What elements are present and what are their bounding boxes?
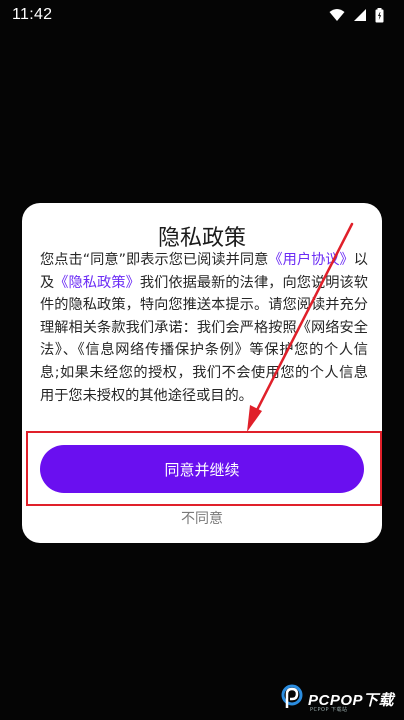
status-bar: 11:42 (0, 0, 404, 30)
status-icons (329, 7, 384, 23)
battery-icon (375, 7, 384, 23)
body-text-main: 我们依据最新的法律，向您说明该软件的隐私政策，特向您推送本提示。请您阅读并充分理… (40, 274, 368, 404)
wifi-icon (329, 8, 345, 22)
highlight-box (26, 431, 382, 506)
dialog-title: 隐私政策 (157, 226, 246, 251)
status-time: 11:42 (12, 6, 53, 23)
pcpop-logo-icon (280, 684, 304, 714)
signal-icon (353, 8, 367, 22)
user-agreement-link[interactable]: 《用户协议》 (268, 252, 353, 268)
privacy-policy-link[interactable]: 《隐私政策》 (54, 275, 140, 291)
watermark-subtext: PCPOP 下载站 (310, 707, 348, 713)
watermark: PCPOP下载 PCPOP 下载站 (280, 684, 394, 714)
dialog-body: 您点击“同意”即表示您已阅读并同意《用户协议》以及《隐私政策》我们依据最新的法律… (40, 249, 368, 407)
body-text-intro: 您点击“同意”即表示您已阅读并同意 (40, 252, 269, 268)
disagree-button[interactable]: 不同意 (0, 508, 404, 528)
